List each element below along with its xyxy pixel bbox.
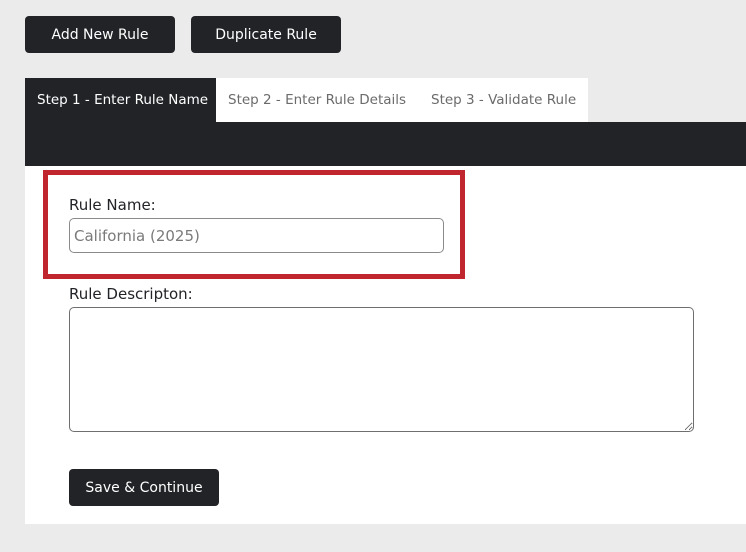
duplicate-rule-button[interactable]: Duplicate Rule bbox=[191, 16, 341, 53]
save-continue-button[interactable]: Save & Continue bbox=[69, 469, 219, 506]
tab-step-2[interactable]: Step 2 - Enter Rule Details bbox=[216, 78, 418, 122]
tab-step-3[interactable]: Step 3 - Validate Rule bbox=[418, 78, 588, 122]
step-tabs: Step 1 - Enter Rule Name Step 2 - Enter … bbox=[25, 78, 588, 122]
add-new-rule-button[interactable]: Add New Rule bbox=[25, 16, 175, 53]
tab-step-1[interactable]: Step 1 - Enter Rule Name bbox=[25, 78, 216, 122]
rule-description-textarea[interactable] bbox=[69, 307, 694, 432]
rule-name-input[interactable] bbox=[69, 218, 444, 253]
rule-name-label: Rule Name: bbox=[69, 196, 156, 214]
tab-header-bar bbox=[25, 122, 746, 166]
rule-description-label: Rule Descripton: bbox=[69, 285, 193, 303]
